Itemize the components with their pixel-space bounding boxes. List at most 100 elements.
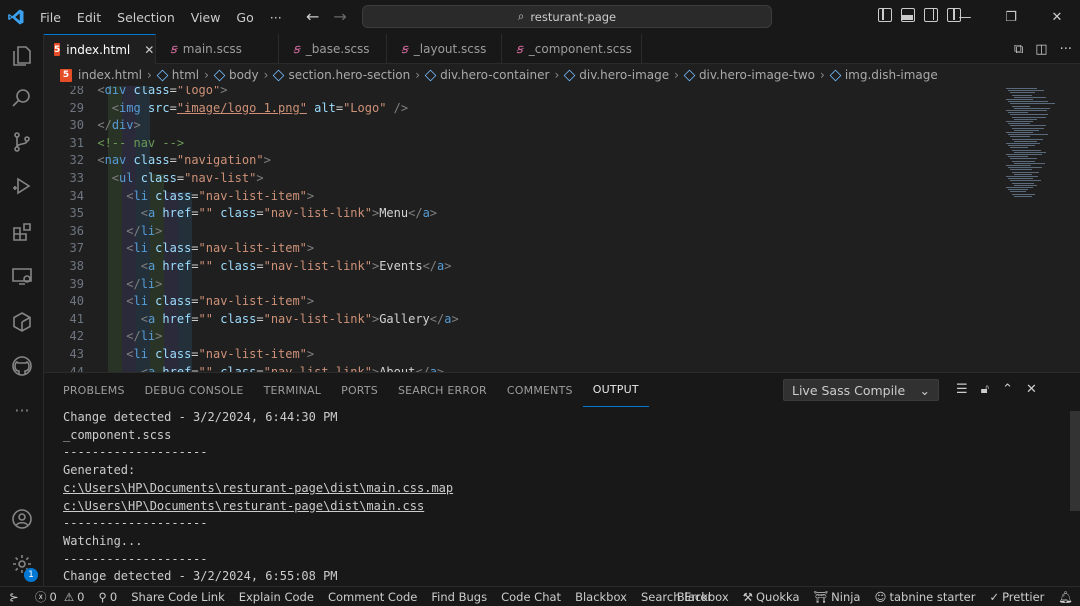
output-line[interactable]: c:\Users\HP\Documents\resturant-page\dis…: [63, 498, 453, 516]
accounts-icon[interactable]: [0, 499, 44, 539]
github-icon[interactable]: [0, 346, 44, 386]
status-code-chat[interactable]: Code Chat: [494, 590, 568, 604]
status-find-bugs[interactable]: Find Bugs: [424, 590, 494, 604]
tab-comments[interactable]: COMMENTS: [497, 373, 583, 407]
minimize-icon[interactable]: —: [942, 10, 988, 25]
tab-label: _component.scss: [528, 42, 632, 56]
restore-icon[interactable]: ❐: [988, 10, 1034, 25]
status-quokka[interactable]: ⚒ Quokka: [736, 590, 807, 604]
split-editor-icon[interactable]: ◫: [1035, 42, 1047, 57]
tab-component-scss[interactable]: ꞩ _component.scss: [502, 34, 642, 64]
source-control-icon[interactable]: [0, 122, 44, 162]
more-views-icon[interactable]: ···: [0, 390, 44, 430]
tabnine-label: tabnine starter: [889, 590, 976, 604]
breadcrumb-item[interactable]: div.hero-image: [579, 68, 669, 82]
breadcrumb-item[interactable]: index.html: [78, 68, 142, 82]
minimap-line: [1012, 94, 1032, 96]
forward-arrow-icon[interactable]: →: [333, 7, 346, 26]
ports-indicator[interactable]: ⚲ 0: [91, 590, 124, 604]
notifications-bell-icon[interactable]: 🔔︎: [1051, 590, 1080, 604]
menu-view[interactable]: View: [183, 10, 229, 25]
status-ninja[interactable]: ⛩ Ninja: [807, 590, 868, 604]
output-line[interactable]: c:\Users\HP\Documents\resturant-page\dis…: [63, 480, 453, 498]
breadcrumb-item[interactable]: div.hero-container: [440, 68, 549, 82]
lock-scroll-icon[interactable]: 🔓︎: [981, 382, 989, 397]
close-panel-icon[interactable]: ✕: [1026, 382, 1037, 397]
menu-more[interactable]: ···: [262, 10, 290, 25]
status-blackbox[interactable]: Blackbox: [568, 590, 634, 604]
close-tab-icon[interactable]: ✕: [144, 43, 154, 57]
output-line: Change detected - 3/2/2024, 6:44:30 PM: [63, 410, 338, 424]
tab-base-scss[interactable]: ꞩ _base.scss: [279, 34, 387, 64]
menu-go[interactable]: Go: [228, 10, 261, 25]
settings-gear-icon[interactable]: 1: [0, 544, 44, 584]
minimap-line: [1008, 189, 1028, 191]
extensions-icon[interactable]: [0, 212, 44, 252]
menu-selection[interactable]: Selection: [109, 10, 183, 25]
vscode-window: File Edit Selection View Go ··· ← → ⌕ re…: [0, 0, 1080, 606]
command-center-search[interactable]: ⌕ resturant-page: [362, 5, 772, 28]
minimap-line: [1010, 103, 1055, 105]
status-share-code-link[interactable]: Share Code Link: [124, 590, 232, 604]
tab-layout-scss[interactable]: ꞩ _layout.scss: [387, 34, 502, 64]
testing-icon[interactable]: [0, 302, 44, 342]
ninja-icon: ⛩: [813, 590, 829, 604]
minimap-line: [1014, 195, 1032, 197]
status-blackbox-right[interactable]: Blackbox: [670, 590, 736, 604]
menu-file[interactable]: File: [32, 10, 69, 25]
panel-scrollbar[interactable]: [1070, 411, 1080, 511]
code-line: </div>: [97, 118, 141, 133]
code-line: <div class="logo">: [97, 86, 228, 97]
minimap[interactable]: [1004, 86, 1080, 372]
warning-count: 0: [77, 589, 85, 604]
problems-indicator[interactable]: ⓧ 0 ⚠ 0: [28, 589, 91, 605]
tabnine-icon: ☺: [874, 590, 887, 604]
minimap-line: [1008, 145, 1035, 147]
toggle-primary-sidebar-icon[interactable]: [878, 8, 892, 22]
check-all-icon: ✓: [989, 590, 1000, 604]
run-debug-icon[interactable]: [0, 166, 44, 206]
back-arrow-icon[interactable]: ←: [306, 7, 319, 26]
breadcrumb-item[interactable]: html: [172, 68, 199, 82]
tab-debug-console[interactable]: DEBUG CONSOLE: [135, 373, 254, 407]
code-editor[interactable]: 28 <div class="logo"> 29 <img src="image/…: [44, 86, 1004, 372]
status-comment-code[interactable]: Comment Code: [321, 590, 424, 604]
output-line: Generated:: [63, 463, 136, 478]
more-actions-icon[interactable]: ···: [1060, 42, 1072, 57]
minimap-line: [1014, 118, 1038, 120]
tab-ports[interactable]: PORTS: [331, 373, 388, 407]
remote-indicator-icon[interactable]: ⊱: [0, 587, 28, 606]
tab-terminal[interactable]: TERMINAL: [254, 373, 332, 407]
status-tabnine[interactable]: ☺ tabnine starter: [867, 590, 982, 604]
vscode-logo-icon: [0, 0, 32, 34]
minimap-line: [1010, 147, 1028, 149]
remote-explorer-icon[interactable]: [0, 256, 44, 296]
breadcrumb-item[interactable]: body: [229, 68, 259, 82]
explorer-icon[interactable]: [0, 36, 44, 76]
open-preview-icon[interactable]: ⧉: [1014, 42, 1023, 57]
search-view-icon[interactable]: [0, 78, 44, 118]
tab-index-html[interactable]: 5 index.html ✕: [44, 34, 156, 64]
breadcrumb-item[interactable]: img.dish-image: [845, 68, 938, 82]
minimap-line: [1012, 138, 1043, 140]
minimap-line: [1014, 140, 1038, 142]
status-explain-code[interactable]: Explain Code: [232, 590, 321, 604]
tab-problems[interactable]: PROBLEMS: [44, 373, 135, 407]
menu-edit[interactable]: Edit: [69, 10, 109, 25]
close-window-icon[interactable]: ✕: [1034, 10, 1080, 25]
status-prettier[interactable]: ✓ Prettier: [982, 590, 1051, 604]
code-line: <ul class="nav-list">: [111, 171, 264, 185]
tab-main-scss[interactable]: ꞩ main.scss: [156, 34, 279, 64]
minimap-line: [1010, 191, 1027, 193]
output-channel-select[interactable]: Live Sass Compile ⌄: [783, 379, 939, 401]
tab-output[interactable]: OUTPUT: [582, 373, 649, 407]
breadcrumb-item[interactable]: section.hero-section: [288, 68, 410, 82]
toggle-secondary-sidebar-icon[interactable]: [924, 8, 938, 22]
toggle-panel-icon[interactable]: [901, 8, 915, 22]
maximize-panel-icon[interactable]: ⌃: [1002, 382, 1013, 397]
minimap-line: [1006, 132, 1033, 133]
clear-output-icon[interactable]: ☰: [956, 382, 968, 397]
tab-search-error[interactable]: SEARCH ERROR: [388, 373, 497, 407]
breadcrumb: 5 index.html › html › body › section.hero-s…: [44, 64, 1080, 86]
breadcrumb-item[interactable]: div.hero-image-two: [699, 68, 815, 82]
